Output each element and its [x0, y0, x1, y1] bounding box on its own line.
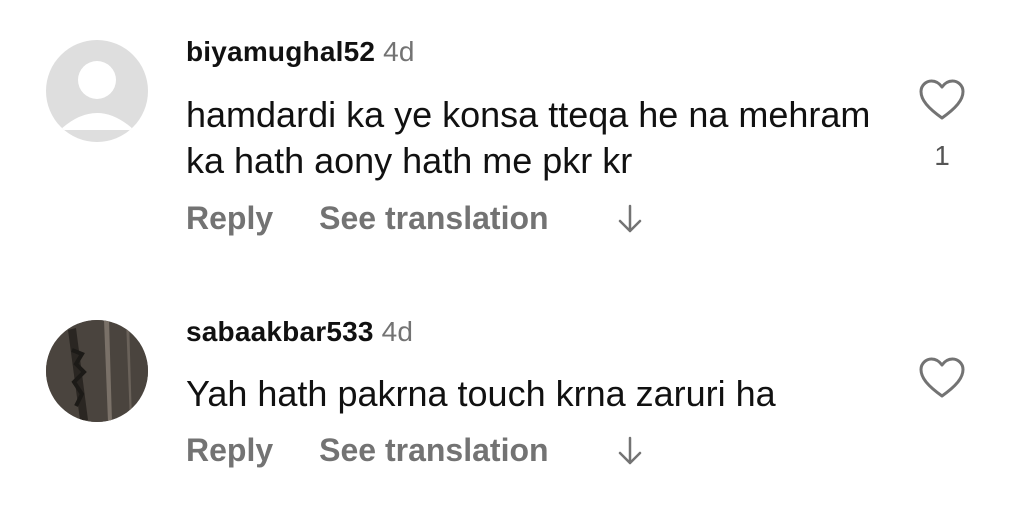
- username[interactable]: sabaakbar533: [186, 316, 374, 347]
- see-translation-button[interactable]: See translation: [319, 432, 548, 469]
- comment-item: biyamughal52 4d hamdardi ka ye konsa tteq…: [0, 0, 1024, 260]
- avatar[interactable]: [46, 40, 148, 142]
- timestamp: 4d: [381, 316, 414, 347]
- arrow-down-icon[interactable]: [617, 203, 643, 235]
- comment-item: sabaakbar533 4d Yah hath pakrna touch krn…: [0, 260, 1024, 518]
- like-button[interactable]: [918, 356, 966, 400]
- timestamp: 4d: [383, 36, 415, 67]
- comment-text: hamdardi ka ye konsa tteqa he na mehram …: [186, 94, 871, 181]
- profile-photo: [46, 320, 148, 422]
- reply-button[interactable]: Reply: [186, 200, 273, 237]
- arrow-down-icon[interactable]: [617, 435, 643, 467]
- comment-actions: Reply See translation: [186, 430, 643, 469]
- heart-icon: [919, 357, 965, 398]
- avatar[interactable]: [46, 320, 148, 422]
- like-button[interactable]: [918, 78, 966, 122]
- comment-text: Yah hath pakrna touch krna zaruri ha: [186, 373, 776, 414]
- see-translation-button[interactable]: See translation: [319, 200, 548, 237]
- heart-icon: [919, 79, 965, 120]
- comment-header: biyamughal52 4d: [186, 36, 415, 68]
- comment-header: sabaakbar533 4d: [186, 316, 413, 348]
- like-count: 1: [934, 140, 950, 171]
- default-avatar-icon: [60, 61, 134, 130]
- reply-button[interactable]: Reply: [186, 432, 273, 469]
- comment-actions: Reply See translation: [186, 198, 643, 237]
- username[interactable]: biyamughal52: [186, 36, 375, 67]
